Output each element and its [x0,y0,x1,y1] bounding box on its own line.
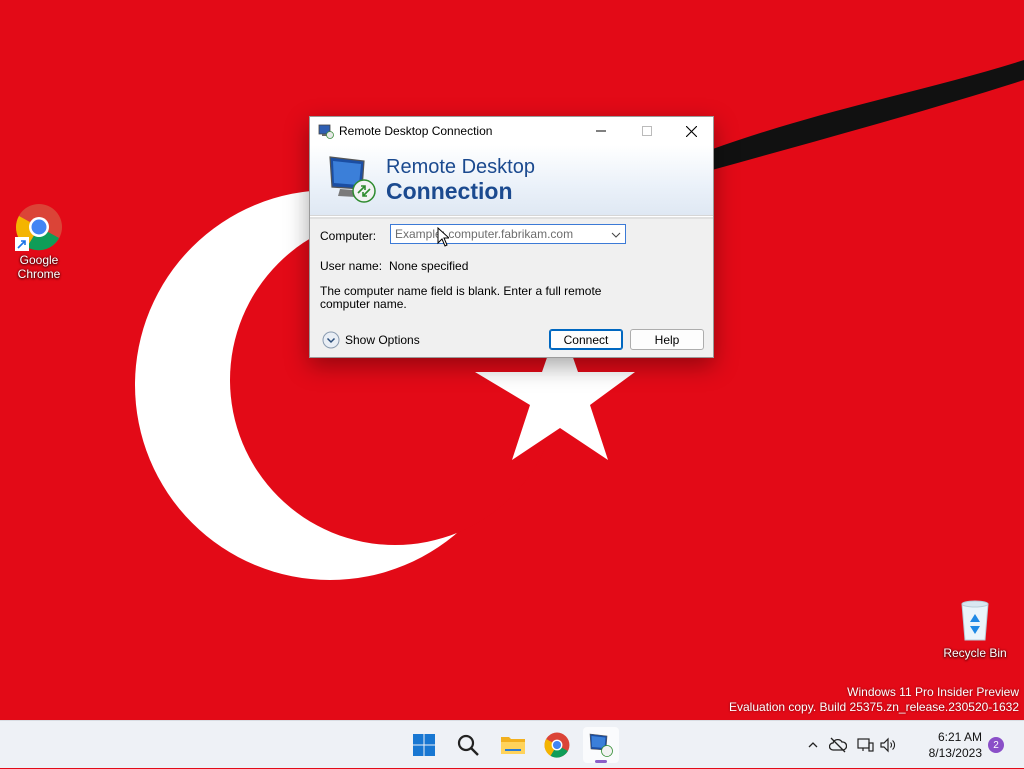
windows-start-icon [413,734,435,756]
shortcut-arrow-icon [15,237,29,251]
cloud-offline-icon [829,737,847,753]
desktop-icon-chrome[interactable]: Google Chrome [1,203,77,281]
network-status[interactable] [853,737,877,753]
remote-desktop-icon [589,733,613,757]
watermark-line-2: Evaluation copy. Build 25375.zn_release.… [729,700,1019,714]
remote-desktop-large-icon [326,153,378,210]
recycle-bin-icon [951,596,999,644]
remote-desktop-small-icon [318,123,334,144]
chevron-up-icon [808,742,818,748]
desktop-icon-recycle-bin[interactable]: Recycle Bin [937,596,1013,660]
search-icon [457,734,479,756]
evaluation-watermark: Windows 11 Pro Insider Preview Evaluatio… [729,685,1019,715]
banner-title-line-2: Connection [386,178,513,204]
maximize-icon [642,126,652,136]
watermark-line-1: Windows 11 Pro Insider Preview [847,685,1019,699]
network-icon [857,738,874,752]
connect-button[interactable]: Connect [549,329,623,350]
volume-control[interactable] [877,737,899,753]
dialog-banner: Remote Desktop Connection [310,145,713,216]
search-button[interactable] [450,727,486,763]
maximize-button[interactable] [624,117,670,145]
onedrive-status[interactable] [823,737,853,753]
chrome-label-2: Chrome [17,267,61,281]
dialog-title: Remote Desktop Connection [339,124,493,138]
username-value: None specified [389,259,469,273]
clock-time: 6:21 AM [937,730,982,744]
start-button[interactable] [406,727,442,763]
mouse-cursor-icon [437,227,449,247]
banner-title-line-1: Remote Desktop [386,156,535,178]
show-options-toggle[interactable]: Show Options [322,331,420,349]
status-message: The computer name field is blank. Enter … [320,284,602,311]
chrome-label-1: Google [19,253,59,267]
remote-desktop-dialog: Remote Desktop Connection Remote Desktop… [309,116,714,358]
file-explorer-button[interactable] [495,727,531,763]
minimize-icon [596,130,606,132]
computer-label: Computer: [320,229,377,243]
computer-combobox[interactable] [390,224,626,244]
chrome-icon [15,203,63,251]
desktop: Google Chrome Recycle Bin Windows 11 Pro… [0,0,1024,720]
chevron-down-icon[interactable] [610,228,622,246]
close-icon [685,125,697,137]
show-hidden-icons-button[interactable] [803,739,823,751]
expand-circle-icon [322,331,340,349]
file-explorer-icon [501,737,525,754]
show-options-label: Show Options [345,333,420,347]
taskbar-clock[interactable]: 6:21 AM 8/13/2023 [929,729,982,761]
system-tray [803,721,899,769]
dialog-titlebar[interactable]: Remote Desktop Connection [310,117,713,145]
remote-desktop-taskbar-button[interactable] [583,727,619,763]
help-button[interactable]: Help [630,329,704,350]
notification-badge[interactable]: 2 [988,737,1004,753]
minimize-button[interactable] [578,117,624,145]
recycle-bin-label: Recycle Bin [943,646,1007,660]
computer-input[interactable] [391,225,605,243]
turkish-flag-wallpaper [0,0,1024,720]
chrome-taskbar-button[interactable] [539,727,575,763]
chrome-icon [544,732,570,758]
clock-date: 8/13/2023 [928,746,982,760]
username-label: User name: [320,259,383,273]
close-button[interactable] [668,117,714,145]
banner-divider [310,216,713,219]
taskbar: 6:21 AM 8/13/2023 2 [0,720,1024,768]
volume-icon [880,737,895,753]
